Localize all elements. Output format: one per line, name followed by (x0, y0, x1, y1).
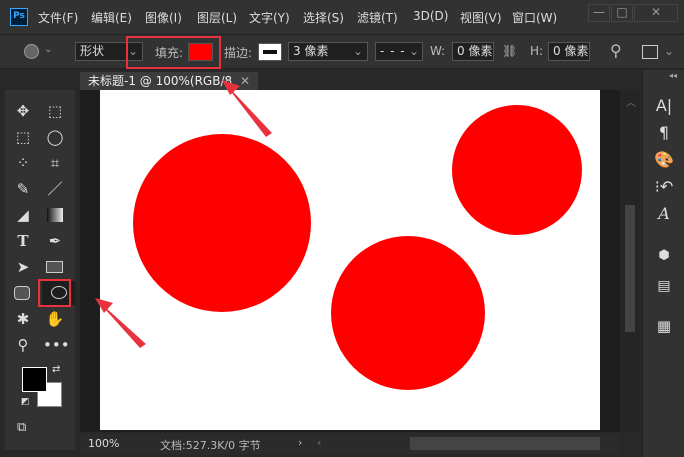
arrow-head (222, 80, 240, 95)
annotation-arrows (95, 80, 272, 348)
arrow-head (95, 298, 113, 313)
